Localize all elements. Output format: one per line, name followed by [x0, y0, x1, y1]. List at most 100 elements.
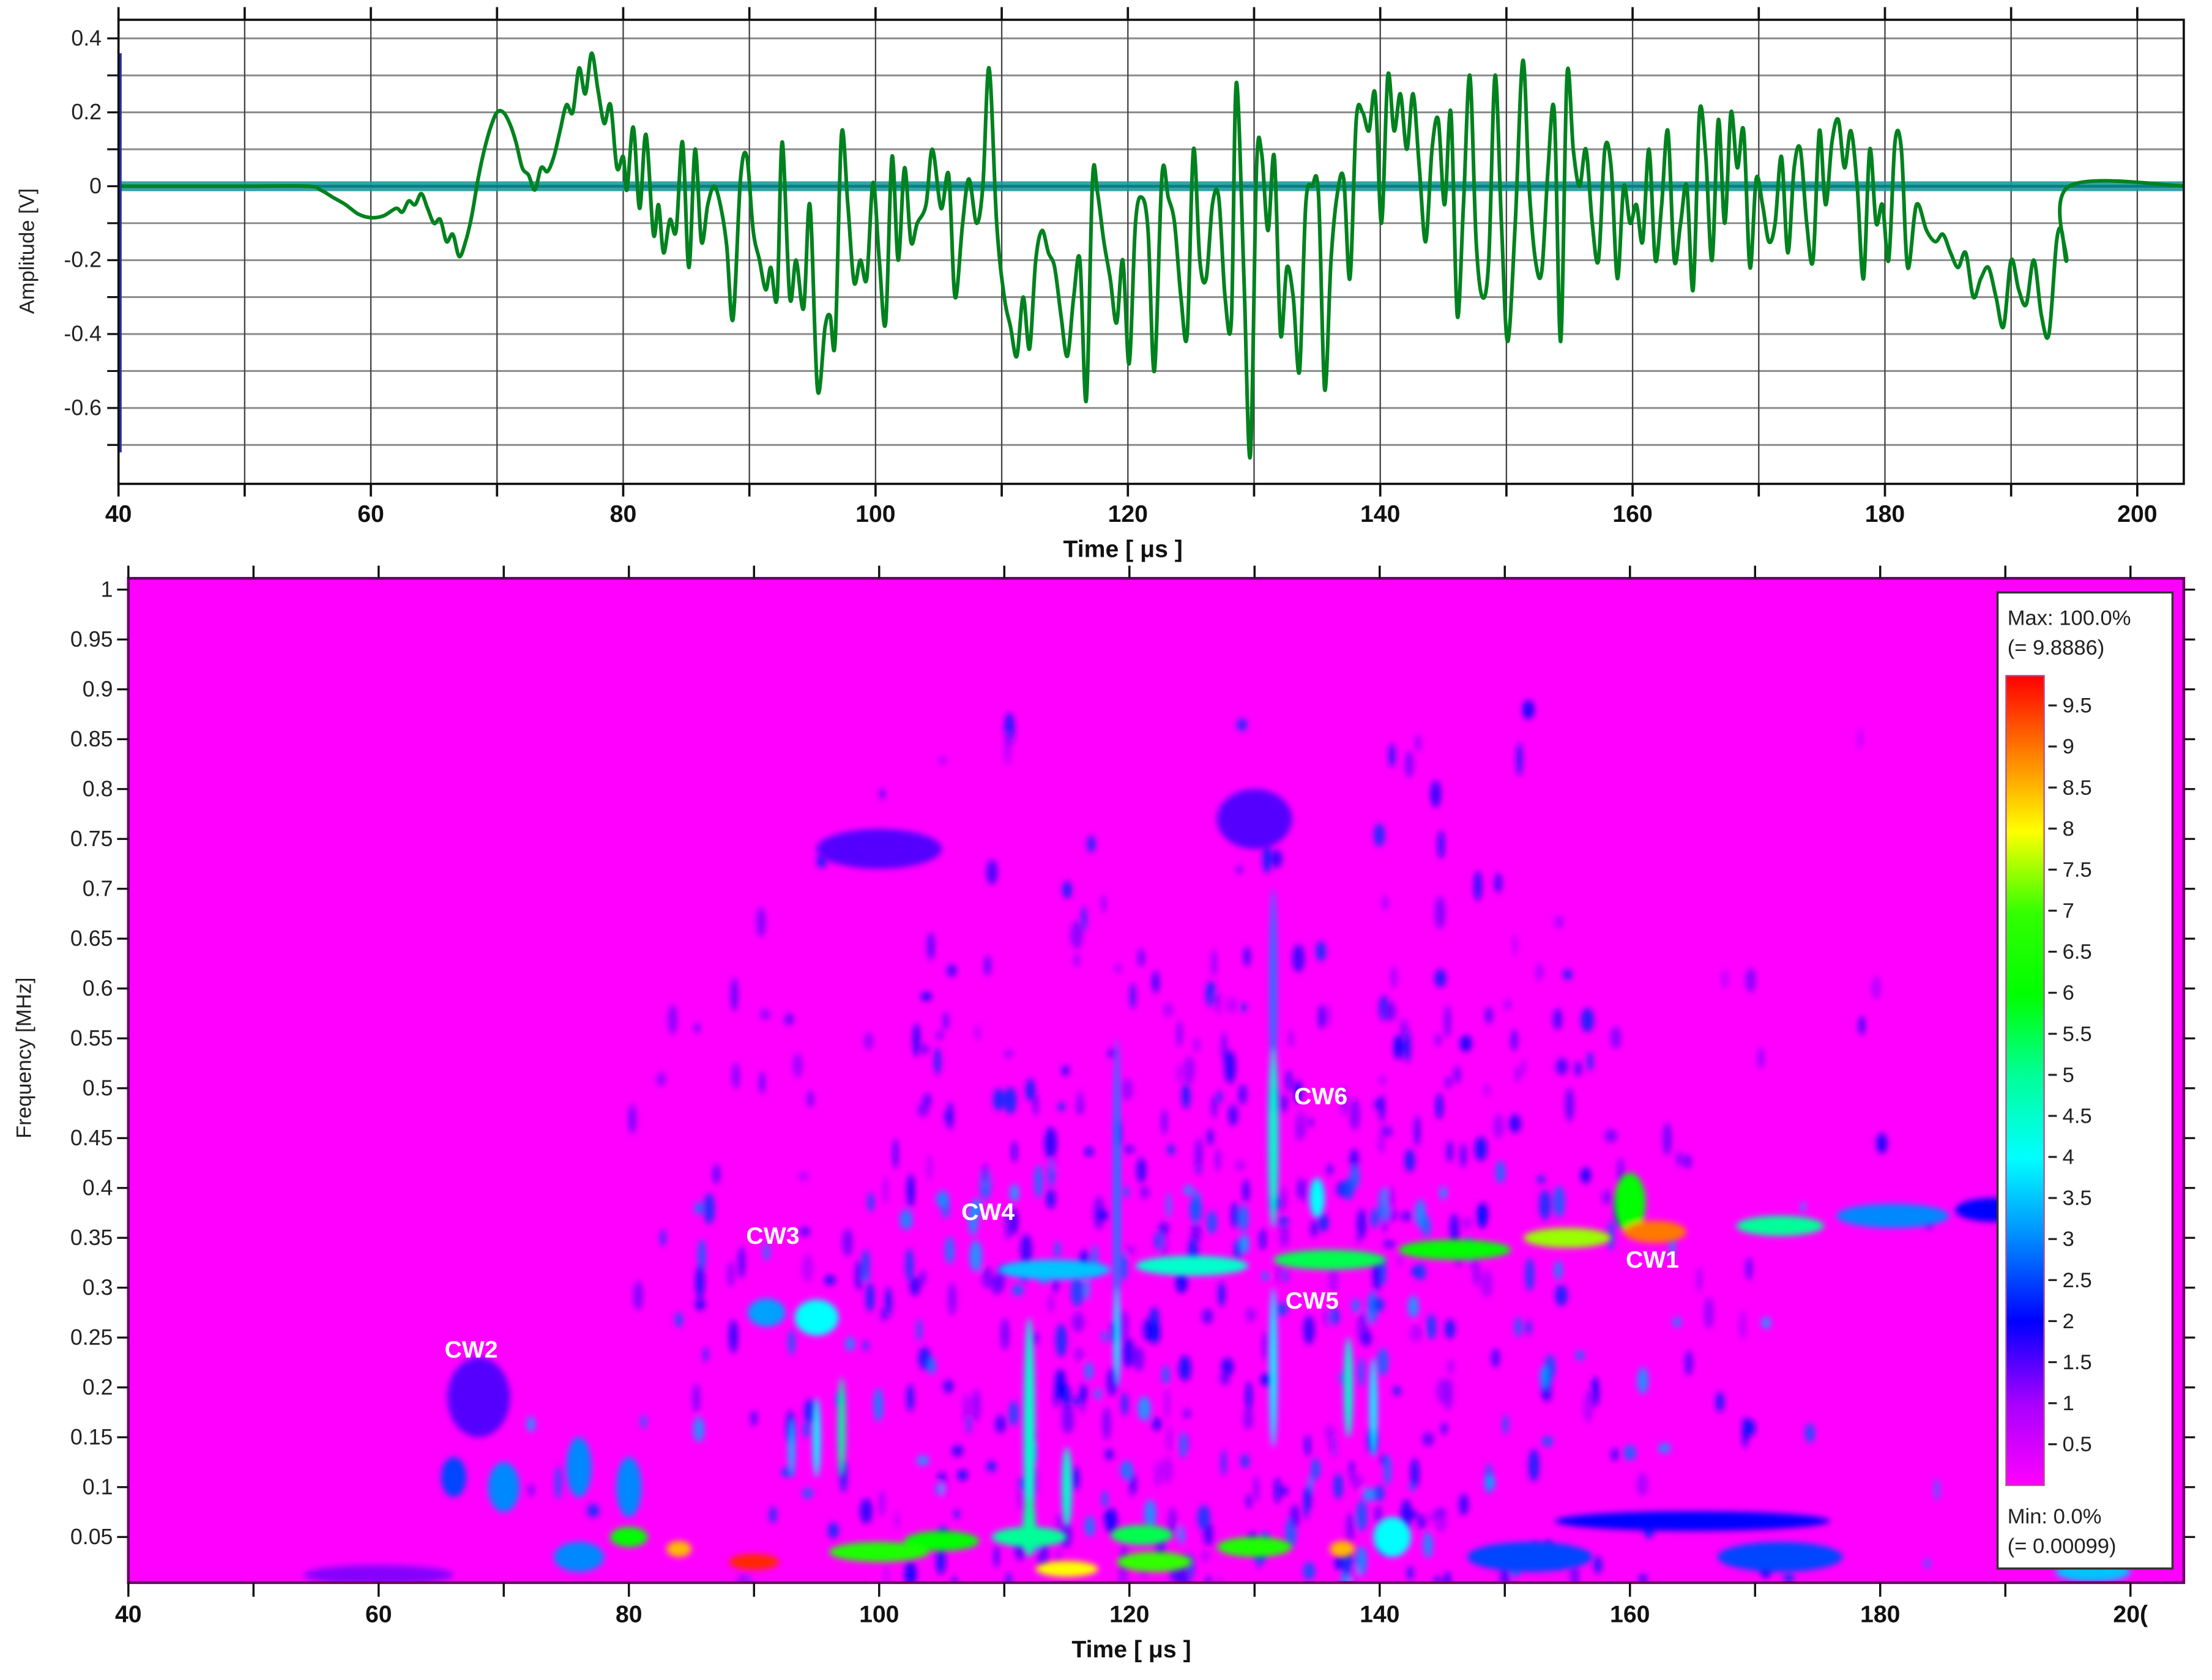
spectrum-cell: [1119, 1252, 1128, 1281]
spectrum-cell: [907, 1173, 915, 1208]
spectrum-cell: [1279, 1224, 1289, 1247]
spectrum-cell: [675, 1312, 683, 1328]
spectrum-cell: [1054, 1241, 1060, 1258]
spectrum-cell: [1414, 1115, 1420, 1147]
spectrum-cell: [1207, 1128, 1214, 1146]
spectrum-cell: [1004, 1087, 1017, 1114]
colorbar-tick-label: 7: [2063, 899, 2074, 923]
spectrum-cell: [1162, 1365, 1169, 1385]
spectrum-cell: [1355, 1546, 1367, 1576]
spectrum-cell: [1316, 941, 1327, 962]
waveform-y-axis-label: Amplitude [V]: [15, 188, 39, 314]
spectrum-cell: [1716, 1392, 1724, 1413]
spectrum-cell: [1074, 1347, 1084, 1361]
x-tick-label: 120: [1108, 501, 1148, 527]
spectrum-cell: [1554, 1260, 1563, 1280]
spectrum-cell: [756, 907, 766, 937]
spectrum-cell: [1637, 1367, 1648, 1394]
spectrum-cell: [1087, 835, 1096, 853]
spectrum-cell: [1182, 1082, 1191, 1109]
spectrum-cell: [1177, 1064, 1182, 1083]
spectrum-cell: [1494, 873, 1502, 893]
spectrum-cell: [1379, 1074, 1386, 1086]
y-tick-label: 0.15: [70, 1425, 113, 1449]
spectrum-cell: [946, 1101, 954, 1131]
y-tick-label: 0.2: [83, 1375, 113, 1399]
spectrum-feature: [554, 1542, 604, 1572]
spectrum-cell: [1434, 1575, 1441, 1583]
spectrum-cell: [1130, 983, 1136, 1009]
spectrum-cell: [936, 1030, 944, 1041]
spectrum-cell: [1422, 1432, 1434, 1446]
spectrum-cell: [951, 1444, 964, 1457]
spectrum-cell: [1072, 1466, 1080, 1490]
x-tick-label: 160: [1612, 501, 1652, 527]
y-tick-label: 0.5: [83, 1076, 113, 1100]
spectrum-cell: [1234, 1160, 1246, 1170]
waveform-chart: 40 60 80 100 120 140 160 180 200 0.4 0.2 0 -0.2 -0.4 -…: [15, 7, 2185, 563]
spectrum-cell: [972, 1389, 981, 1422]
spectrum-cell: [1194, 1137, 1203, 1166]
spectrum-cell: [1152, 1417, 1161, 1431]
spectrum-cell: [981, 1266, 994, 1288]
spectrum-cell: [1177, 1020, 1182, 1047]
x-tick-label: 180: [1865, 501, 1905, 527]
spectrum-cell: [909, 1276, 921, 1296]
spectrum-cell: [759, 1071, 765, 1094]
spectrum-cell: [1298, 1178, 1304, 1200]
spectrum-cell: [1121, 1078, 1133, 1101]
spectrum-cell: [1202, 1308, 1213, 1325]
spectrum-cell: [1552, 1008, 1563, 1030]
spectrum-cell: [992, 1088, 1005, 1111]
spectrum-cell: [991, 1276, 1002, 1296]
spectrum-cell: [954, 1509, 960, 1519]
spectrum-feature: [1268, 1048, 1279, 1228]
spectrum-cell: [1246, 1494, 1251, 1509]
spectrum-cell: [1407, 1295, 1419, 1318]
y-tick-label: 0.85: [70, 727, 113, 751]
spectrum-cell: [1139, 1185, 1150, 1200]
x-tick-label: 60: [357, 501, 384, 527]
spectrum-cell: [1381, 895, 1389, 910]
spectrum-cell: [842, 1228, 853, 1257]
spectrum-cell: [863, 1340, 869, 1351]
spectrum-cell: [1138, 948, 1145, 967]
colorbar-tick-label: 1.5: [2063, 1351, 2092, 1374]
spectrum-cell: [927, 932, 935, 961]
spectrum-feature: [1035, 1561, 1098, 1577]
spectrum-cell: [1183, 1408, 1191, 1419]
spectrum-cell: [1525, 1258, 1534, 1292]
spectrum-cell: [1221, 1449, 1226, 1476]
spectrum-cell: [1033, 1331, 1038, 1345]
spectrum-cell: [1183, 1185, 1194, 1195]
spectrum-cell: [1374, 1485, 1385, 1501]
spectrum-cell: [947, 964, 957, 977]
spectrum-cell: [1292, 944, 1305, 973]
spectrogram-x-axis-label: Time [ μs ]: [1071, 1637, 1191, 1663]
spectrum-cell: [986, 1461, 997, 1472]
spectrum-cell: [1876, 1132, 1888, 1154]
spectrum-cell: [695, 1298, 706, 1310]
wave-mode-label: CW1: [1626, 1247, 1679, 1273]
spectrum-cell: [1447, 1359, 1455, 1374]
spectrum-cell: [1138, 1396, 1151, 1421]
spectrum-cell: [1179, 1355, 1191, 1381]
spectrum-feature: [1398, 1240, 1511, 1260]
spectrum-cell: [1259, 1228, 1266, 1251]
spectrum-feature: [1273, 1249, 1386, 1270]
spectrum-cell: [1804, 1423, 1815, 1443]
spectrum-cell: [1745, 1257, 1753, 1280]
spectrum-cell: [1374, 823, 1385, 847]
spectrum-cell: [1388, 743, 1396, 768]
spectrum-cell: [1745, 968, 1756, 993]
spectrum-cell: [1228, 1104, 1238, 1126]
spectrum-cell: [1161, 1457, 1173, 1484]
spectrum-feature: [788, 1417, 795, 1477]
spectrum-cell: [1480, 1269, 1493, 1298]
spectrum-cell: [1503, 998, 1512, 1011]
spectrum-cell: [1240, 1454, 1249, 1468]
spectrum-cell: [1239, 1234, 1249, 1254]
y-tick-label: 0.05: [70, 1525, 113, 1549]
spectrum-cell: [1407, 1510, 1418, 1519]
spectrum-cell: [1179, 1525, 1185, 1545]
